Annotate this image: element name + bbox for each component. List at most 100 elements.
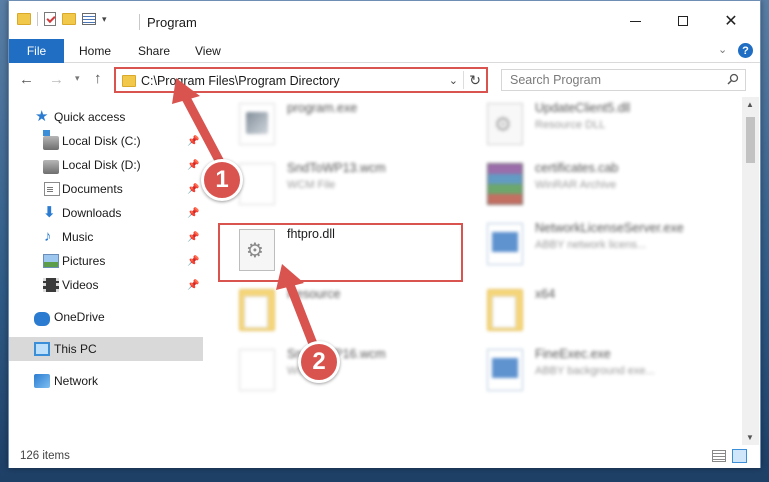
- item-count: 126 items: [20, 450, 70, 462]
- sidebar-item-music[interactable]: ♪ Music 📌: [9, 225, 203, 249]
- tab-view[interactable]: View: [195, 44, 221, 58]
- sidebar-item-label: Pictures: [62, 254, 106, 268]
- sidebar-item-this-pc[interactable]: This PC: [9, 337, 203, 361]
- sidebar-item-videos[interactable]: Videos 📌: [9, 273, 203, 297]
- scroll-down-icon[interactable]: ▼: [746, 433, 754, 442]
- file-description: WinRAR Archive: [535, 179, 617, 191]
- quick-access-toolbar: ▾: [17, 12, 107, 26]
- local-disk-icon: [43, 129, 59, 150]
- tab-file[interactable]: File: [9, 39, 64, 63]
- file-name: certificates.cab: [535, 161, 619, 175]
- file-item[interactable]: UpdateClient5.dll Resource DLL: [487, 99, 727, 151]
- maximize-icon: [678, 16, 688, 26]
- minimize-icon: [629, 20, 641, 22]
- sidebar-item-label: Network: [54, 374, 99, 388]
- status-bar: 126 items: [9, 445, 760, 468]
- back-arrow-icon[interactable]: ←: [19, 71, 34, 88]
- search-input[interactable]: Search Program: [501, 69, 746, 91]
- navigation-pane: ★ Quick access Local Disk (C:) 📌 Local D…: [9, 97, 203, 445]
- file-name: program.exe: [287, 101, 358, 115]
- pin-icon[interactable]: 📌: [187, 208, 199, 219]
- folder-icon[interactable]: [17, 13, 31, 25]
- sidebar-item-local-disk-d[interactable]: Local Disk (D:) 📌: [9, 153, 203, 177]
- pin-icon[interactable]: 📌: [187, 184, 199, 195]
- tab-share[interactable]: Share: [138, 44, 170, 58]
- address-dropdown-chevron-icon[interactable]: ⌄: [449, 74, 458, 87]
- onedrive-icon: [34, 311, 50, 326]
- title-divider: [139, 14, 140, 30]
- large-icons-view-icon[interactable]: [732, 449, 747, 463]
- title-bar: ▾ Program ✕: [9, 1, 760, 39]
- sidebar-item-label: OneDrive: [54, 310, 105, 324]
- pin-icon[interactable]: 📌: [187, 280, 199, 291]
- close-icon: ✕: [724, 13, 738, 30]
- minimize-button[interactable]: [612, 7, 658, 35]
- details-view-icon[interactable]: [712, 450, 726, 462]
- properties-check-icon[interactable]: [44, 12, 56, 26]
- wcm-file-icon: [239, 163, 275, 205]
- sidebar-item-quick-access[interactable]: ★ Quick access: [9, 105, 203, 129]
- sidebar-item-downloads[interactable]: ⬇ Downloads 📌: [9, 201, 203, 225]
- vertical-scrollbar[interactable]: ▲ ▼: [742, 97, 759, 445]
- star-icon: ★: [35, 108, 49, 125]
- forward-arrow-icon[interactable]: →: [49, 71, 64, 88]
- file-item[interactable]: SndToWP16.wcm WCM File: [239, 345, 459, 397]
- sidebar-item-onedrive[interactable]: OneDrive: [9, 305, 203, 329]
- up-arrow-icon[interactable]: ↑: [94, 70, 102, 87]
- tab-home[interactable]: Home: [79, 44, 111, 58]
- documents-icon: [44, 182, 60, 196]
- wcm-file-icon: [239, 349, 275, 391]
- step-2-badge: 2: [298, 341, 340, 383]
- pin-icon[interactable]: 📌: [187, 160, 199, 171]
- highlight-box: [218, 223, 463, 282]
- maximize-button[interactable]: [660, 7, 706, 35]
- folder-icon: [239, 289, 275, 331]
- file-name: SndToWP13.wcm: [287, 161, 386, 175]
- file-item[interactable]: program.exe: [239, 99, 459, 151]
- file-description: Resource DLL: [535, 119, 606, 131]
- file-name: FineExec.exe: [535, 347, 611, 361]
- scroll-up-icon[interactable]: ▲: [746, 100, 754, 109]
- refresh-icon[interactable]: ↻: [469, 72, 481, 89]
- expand-ribbon-chevron-icon[interactable]: ⌄: [718, 43, 727, 56]
- downloads-icon: ⬇: [43, 204, 56, 221]
- search-icon[interactable]: [727, 73, 739, 85]
- file-item[interactable]: FineExec.exe ABBY background exe...: [487, 345, 727, 397]
- videos-icon: [43, 278, 59, 292]
- file-item[interactable]: certificates.cab WinRAR Archive: [487, 159, 727, 211]
- folder-item[interactable]: Resource: [239, 285, 459, 337]
- network-icon: [34, 374, 50, 388]
- close-button[interactable]: ✕: [708, 7, 754, 35]
- scrollbar-thumb[interactable]: [746, 117, 755, 163]
- winrar-archive-icon: [487, 163, 523, 205]
- sidebar-item-local-disk-c[interactable]: Local Disk (C:) 📌: [9, 129, 203, 153]
- address-path[interactable]: C:\Program Files\Program Directory: [141, 74, 340, 88]
- pin-icon[interactable]: 📌: [187, 232, 199, 243]
- new-folder-icon[interactable]: [62, 13, 76, 25]
- navigation-bar: ← → ▾ ↑ C:\Program Files\Program Directo…: [9, 63, 760, 97]
- recent-locations-chevron-icon[interactable]: ▾: [75, 73, 80, 84]
- file-item[interactable]: NetworkLicenseServer.exe ABBY network li…: [487, 219, 727, 271]
- sidebar-item-network[interactable]: Network: [9, 369, 203, 393]
- sidebar-item-label: This PC: [54, 342, 97, 356]
- address-divider: [463, 71, 464, 89]
- address-bar[interactable]: C:\Program Files\Program Directory ⌄ ↻: [114, 67, 488, 93]
- sidebar-item-label: Downloads: [62, 206, 122, 220]
- customize-toolbar-chevron-icon[interactable]: ▾: [102, 14, 107, 25]
- properties-icon[interactable]: [82, 13, 96, 25]
- file-name: x64: [535, 287, 556, 301]
- music-icon: ♪: [44, 228, 52, 245]
- pin-icon[interactable]: 📌: [187, 256, 199, 267]
- pin-icon[interactable]: 📌: [187, 136, 199, 147]
- toolbar-divider: [37, 12, 38, 26]
- file-name: NetworkLicenseServer.exe: [535, 221, 684, 235]
- sidebar-item-pictures[interactable]: Pictures 📌: [9, 249, 203, 273]
- local-disk-icon: [43, 159, 59, 174]
- file-description: ABBY network licens...: [535, 239, 647, 251]
- folder-item[interactable]: x64: [487, 285, 727, 337]
- sidebar-item-label: Local Disk (C:): [62, 134, 141, 148]
- file-item[interactable]: SndToWP13.wcm WCM File: [239, 159, 459, 211]
- sidebar-item-documents[interactable]: Documents 📌: [9, 177, 203, 201]
- help-icon[interactable]: ?: [738, 43, 753, 58]
- ribbon-tabs: File Home Share View ⌄ ?: [9, 39, 760, 63]
